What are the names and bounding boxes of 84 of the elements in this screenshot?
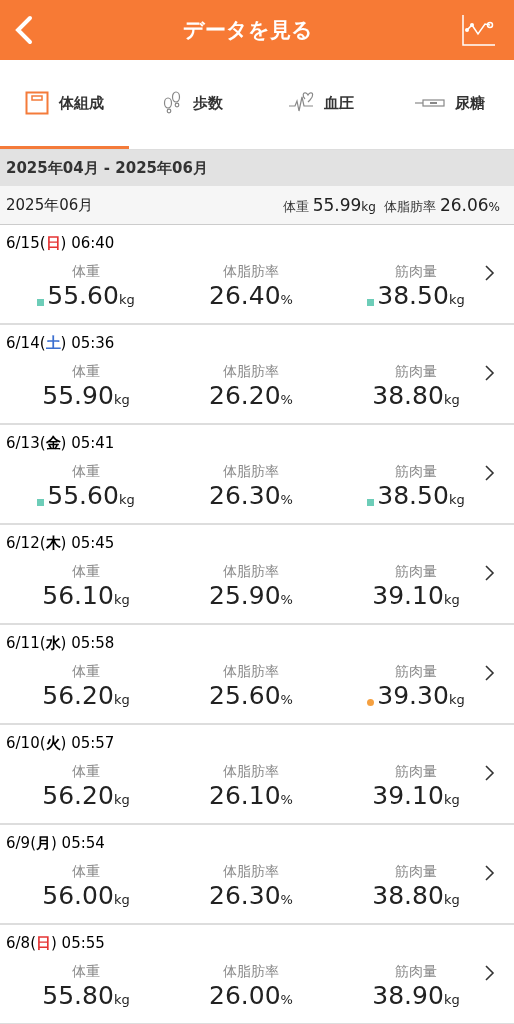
date-time: 6/9(月) 05:54 [6, 834, 105, 852]
metric-label: 体脂肪率 [223, 263, 279, 281]
metric-value: 26.20% [209, 381, 293, 412]
date-time: 6/11(水) 05:58 [6, 634, 115, 652]
measurement-row[interactable]: 6/15(日) 06:40 体重 55.60kg 体脂肪率 26.40% 筋肉量 38.50kg [0, 225, 514, 325]
measurement-row[interactable]: 6/9(月) 05:54 体重 56.00kg 体脂肪率 26.30% 筋肉量 38.80kg [0, 825, 514, 925]
metric-label: 体脂肪率 [223, 963, 279, 981]
metric-value: 39.10kg [372, 781, 460, 812]
chevron-right-icon [485, 565, 495, 581]
metric-value: 56.00kg [42, 881, 130, 912]
metric-label: 体重 [72, 263, 100, 281]
back-icon[interactable] [14, 15, 34, 45]
measurement-row[interactable]: 6/10(火) 05:57 体重 56.20kg 体脂肪率 26.10% 筋肉量 39.10kg [0, 725, 514, 825]
metric-value: 55.60kg [47, 481, 135, 512]
metric-label: 体重 [72, 963, 100, 981]
measurement-row[interactable]: 6/8(日) 05:55 体重 55.80kg 体脂肪率 26.00% 筋肉量 38.90kg [0, 925, 514, 1024]
summary-label: 体脂肪率 [383, 197, 436, 216]
scale-icon [24, 91, 49, 115]
chevron-right-icon [485, 665, 495, 681]
metric-label: 体重 [72, 863, 100, 881]
screen-title: データを見る [183, 17, 313, 44]
chevron-right-icon [485, 765, 495, 781]
date-time: 6/15(日) 06:40 [6, 234, 115, 252]
metric-value: 38.80kg [372, 881, 460, 912]
metric-value: 26.00% [209, 981, 293, 1012]
metric-value: 55.80kg [42, 981, 130, 1012]
metric-value: 25.60% [209, 681, 293, 712]
measurement-row[interactable]: 6/12(木) 05:45 体重 56.10kg 体脂肪率 25.90% 筋肉量 39.10kg [0, 525, 514, 625]
chevron-right-icon [485, 265, 495, 281]
chevron-right-icon [485, 865, 495, 881]
metric-value: 55.60kg [47, 281, 135, 312]
glucose-meter-icon [414, 98, 445, 108]
metric-label: 体重 [72, 363, 100, 381]
chevron-right-icon [485, 965, 495, 981]
metric-value: 25.90% [209, 581, 293, 612]
chevron-right-icon [485, 365, 495, 381]
metric-value: 26.10% [209, 781, 293, 812]
metric-label: 体重 [72, 663, 100, 681]
metric-label: 体脂肪率 [223, 663, 279, 681]
metric-label: 筋肉量 [395, 263, 437, 281]
metric-label: 体脂肪率 [223, 363, 279, 381]
date-time: 6/12(木) 05:45 [6, 534, 115, 552]
period-range: 2025年04月 - 2025年06月 [6, 158, 208, 178]
metric-label: 体脂肪率 [223, 763, 279, 781]
chevron-right-icon [485, 465, 495, 481]
footprints-icon [162, 91, 183, 115]
summary-value: 26.06% [439, 194, 500, 215]
month-label: 2025年06月 [6, 195, 94, 215]
metric-label: 筋肉量 [395, 763, 437, 781]
metric-label: 体脂肪率 [223, 863, 279, 881]
date-time: 6/10(火) 05:57 [6, 734, 115, 752]
metric-label: 筋肉量 [395, 563, 437, 581]
metric-label: 筋肉量 [395, 363, 437, 381]
metric-value: 39.30kg [377, 681, 465, 712]
metric-label: 体脂肪率 [223, 463, 279, 481]
metric-label: 体脂肪率 [223, 563, 279, 581]
metric-value: 55.90kg [42, 381, 130, 412]
metric-value: 38.50kg [377, 481, 465, 512]
metric-value: 38.80kg [372, 381, 460, 412]
metric-value: 38.90kg [372, 981, 460, 1012]
line-chart-icon[interactable] [462, 14, 496, 46]
metric-label: 筋肉量 [395, 963, 437, 981]
metric-value: 56.10kg [42, 581, 130, 612]
metric-label: 体重 [72, 463, 100, 481]
measurement-row[interactable]: 6/11(水) 05:58 体重 56.20kg 体脂肪率 25.60% 筋肉量 39.30kg [0, 625, 514, 725]
metric-label: 筋肉量 [395, 863, 437, 881]
date-time: 6/8(日) 05:55 [6, 934, 105, 952]
metric-label: 筋肉量 [395, 663, 437, 681]
metric-label: 筋肉量 [395, 463, 437, 481]
metric-value: 26.40% [209, 281, 293, 312]
metric-value: 56.20kg [42, 681, 130, 712]
metric-label: 体重 [72, 563, 100, 581]
date-time: 6/14(土) 05:36 [6, 334, 115, 352]
metric-value: 38.50kg [377, 281, 465, 312]
metric-value: 56.20kg [42, 781, 130, 812]
metric-label: 体重 [72, 763, 100, 781]
summary-value: 55.99kg [312, 194, 376, 215]
measurement-row[interactable]: 6/14(土) 05:36 体重 55.90kg 体脂肪率 26.20% 筋肉量 38.80kg [0, 325, 514, 425]
measurement-row[interactable]: 6/13(金) 05:41 体重 55.60kg 体脂肪率 26.30% 筋肉量 38.50kg [0, 425, 514, 525]
summary-label: 体重 [282, 197, 309, 216]
metric-value: 39.10kg [372, 581, 460, 612]
date-time: 6/13(金) 05:41 [6, 434, 115, 452]
metric-value: 26.30% [209, 481, 293, 512]
metric-value: 26.30% [209, 881, 293, 912]
